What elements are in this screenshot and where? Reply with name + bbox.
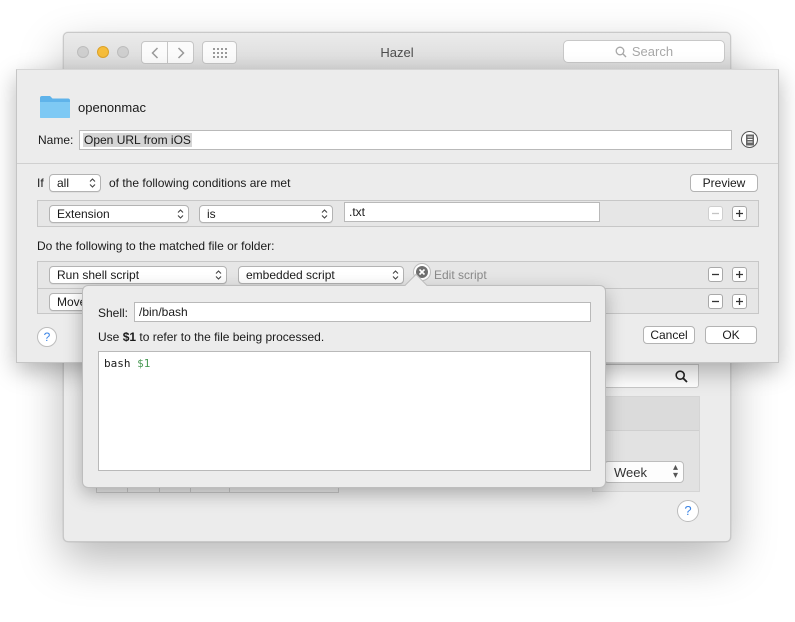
period-select[interactable]: Week ▴ ▾ — [604, 461, 684, 483]
divider — [17, 163, 778, 164]
script-hint-prefix: Use — [98, 330, 123, 344]
script-argument: $1 — [137, 357, 151, 370]
search-icon — [675, 370, 688, 383]
condition-attribute-select[interactable]: Extension — [49, 205, 189, 223]
condition-value: .txt — [349, 205, 366, 219]
shell-label: Shell: — [98, 306, 129, 320]
if-label: If — [37, 176, 44, 190]
cancel-button[interactable]: Cancel — [643, 326, 695, 344]
condition-operator-value: is — [207, 207, 216, 221]
match-select-value: all — [57, 176, 70, 190]
chevron-updown-icon — [177, 209, 184, 219]
script-editor[interactable]: bash $1 — [98, 351, 591, 471]
period-select-value: Week — [614, 465, 647, 480]
add-condition-button[interactable] — [732, 206, 747, 221]
minus-icon — [712, 273, 719, 276]
remove-action-button[interactable] — [708, 267, 723, 282]
filter-search-field[interactable] — [600, 364, 699, 388]
search-placeholder: Search — [631, 44, 674, 59]
shell-path-field[interactable]: /bin/bash — [134, 302, 591, 322]
rule-name-value: Open URL from iOS — [83, 133, 192, 147]
search-field[interactable]: Search — [563, 40, 725, 63]
chevron-updown-icon — [321, 209, 328, 219]
rule-name-field[interactable]: Open URL from iOS — [79, 130, 732, 150]
add-action-button[interactable] — [732, 294, 747, 309]
script-source-value: embedded script — [246, 268, 335, 282]
options-panel-header — [593, 397, 699, 431]
search-icon — [615, 46, 627, 57]
script-hint: Use $1 to refer to the file being proces… — [98, 330, 324, 344]
script-hint-suffix: to refer to the file being processed. — [136, 330, 325, 344]
shell-path-value: /bin/bash — [139, 305, 188, 319]
minus-icon — [712, 300, 719, 303]
plus-icon — [736, 210, 743, 217]
folder-name: openonmac — [78, 100, 146, 115]
folder-icon — [40, 96, 70, 118]
match-select[interactable]: all — [49, 174, 101, 192]
preview-button[interactable]: Preview — [690, 174, 758, 192]
plus-icon — [736, 298, 743, 305]
script-source-select[interactable]: embedded script — [238, 266, 404, 284]
help-button[interactable]: ? — [37, 327, 57, 347]
condition-row: Extension is .txt — [37, 200, 759, 227]
name-label: Name: — [38, 133, 74, 147]
condition-operator-select[interactable]: is — [199, 205, 333, 223]
help-button[interactable]: ? — [677, 500, 699, 522]
condition-attribute-value: Extension — [57, 207, 110, 221]
chevron-updown-icon — [215, 270, 222, 280]
minus-icon — [712, 212, 719, 215]
add-action-button[interactable] — [732, 267, 747, 282]
ok-button[interactable]: OK — [705, 326, 757, 344]
chevron-updown-icon — [392, 270, 399, 280]
remove-action-button[interactable] — [708, 294, 723, 309]
remove-condition-button[interactable] — [708, 206, 723, 221]
actions-heading: Do the following to the matched file or … — [37, 239, 275, 253]
document-icon — [746, 134, 754, 146]
chevron-updown-icon — [89, 178, 96, 188]
plus-icon — [736, 271, 743, 278]
edit-script-popover: Shell: /bin/bash Use $1 to refer to the … — [82, 273, 606, 488]
notes-button[interactable] — [741, 131, 758, 148]
title-bar: Hazel Search — [64, 33, 730, 71]
script-command: bash — [104, 357, 131, 370]
action-type-select[interactable]: Run shell script — [49, 266, 227, 284]
condition-value-field[interactable]: .txt — [344, 202, 600, 222]
action-type-value: Run shell script — [57, 268, 140, 282]
chevron-updown-icon: ▴ ▾ — [672, 462, 678, 481]
edit-script-link[interactable]: Edit script — [434, 268, 487, 282]
conditions-suffix: of the following conditions are met — [109, 176, 291, 190]
script-hint-variable: $1 — [122, 330, 137, 344]
